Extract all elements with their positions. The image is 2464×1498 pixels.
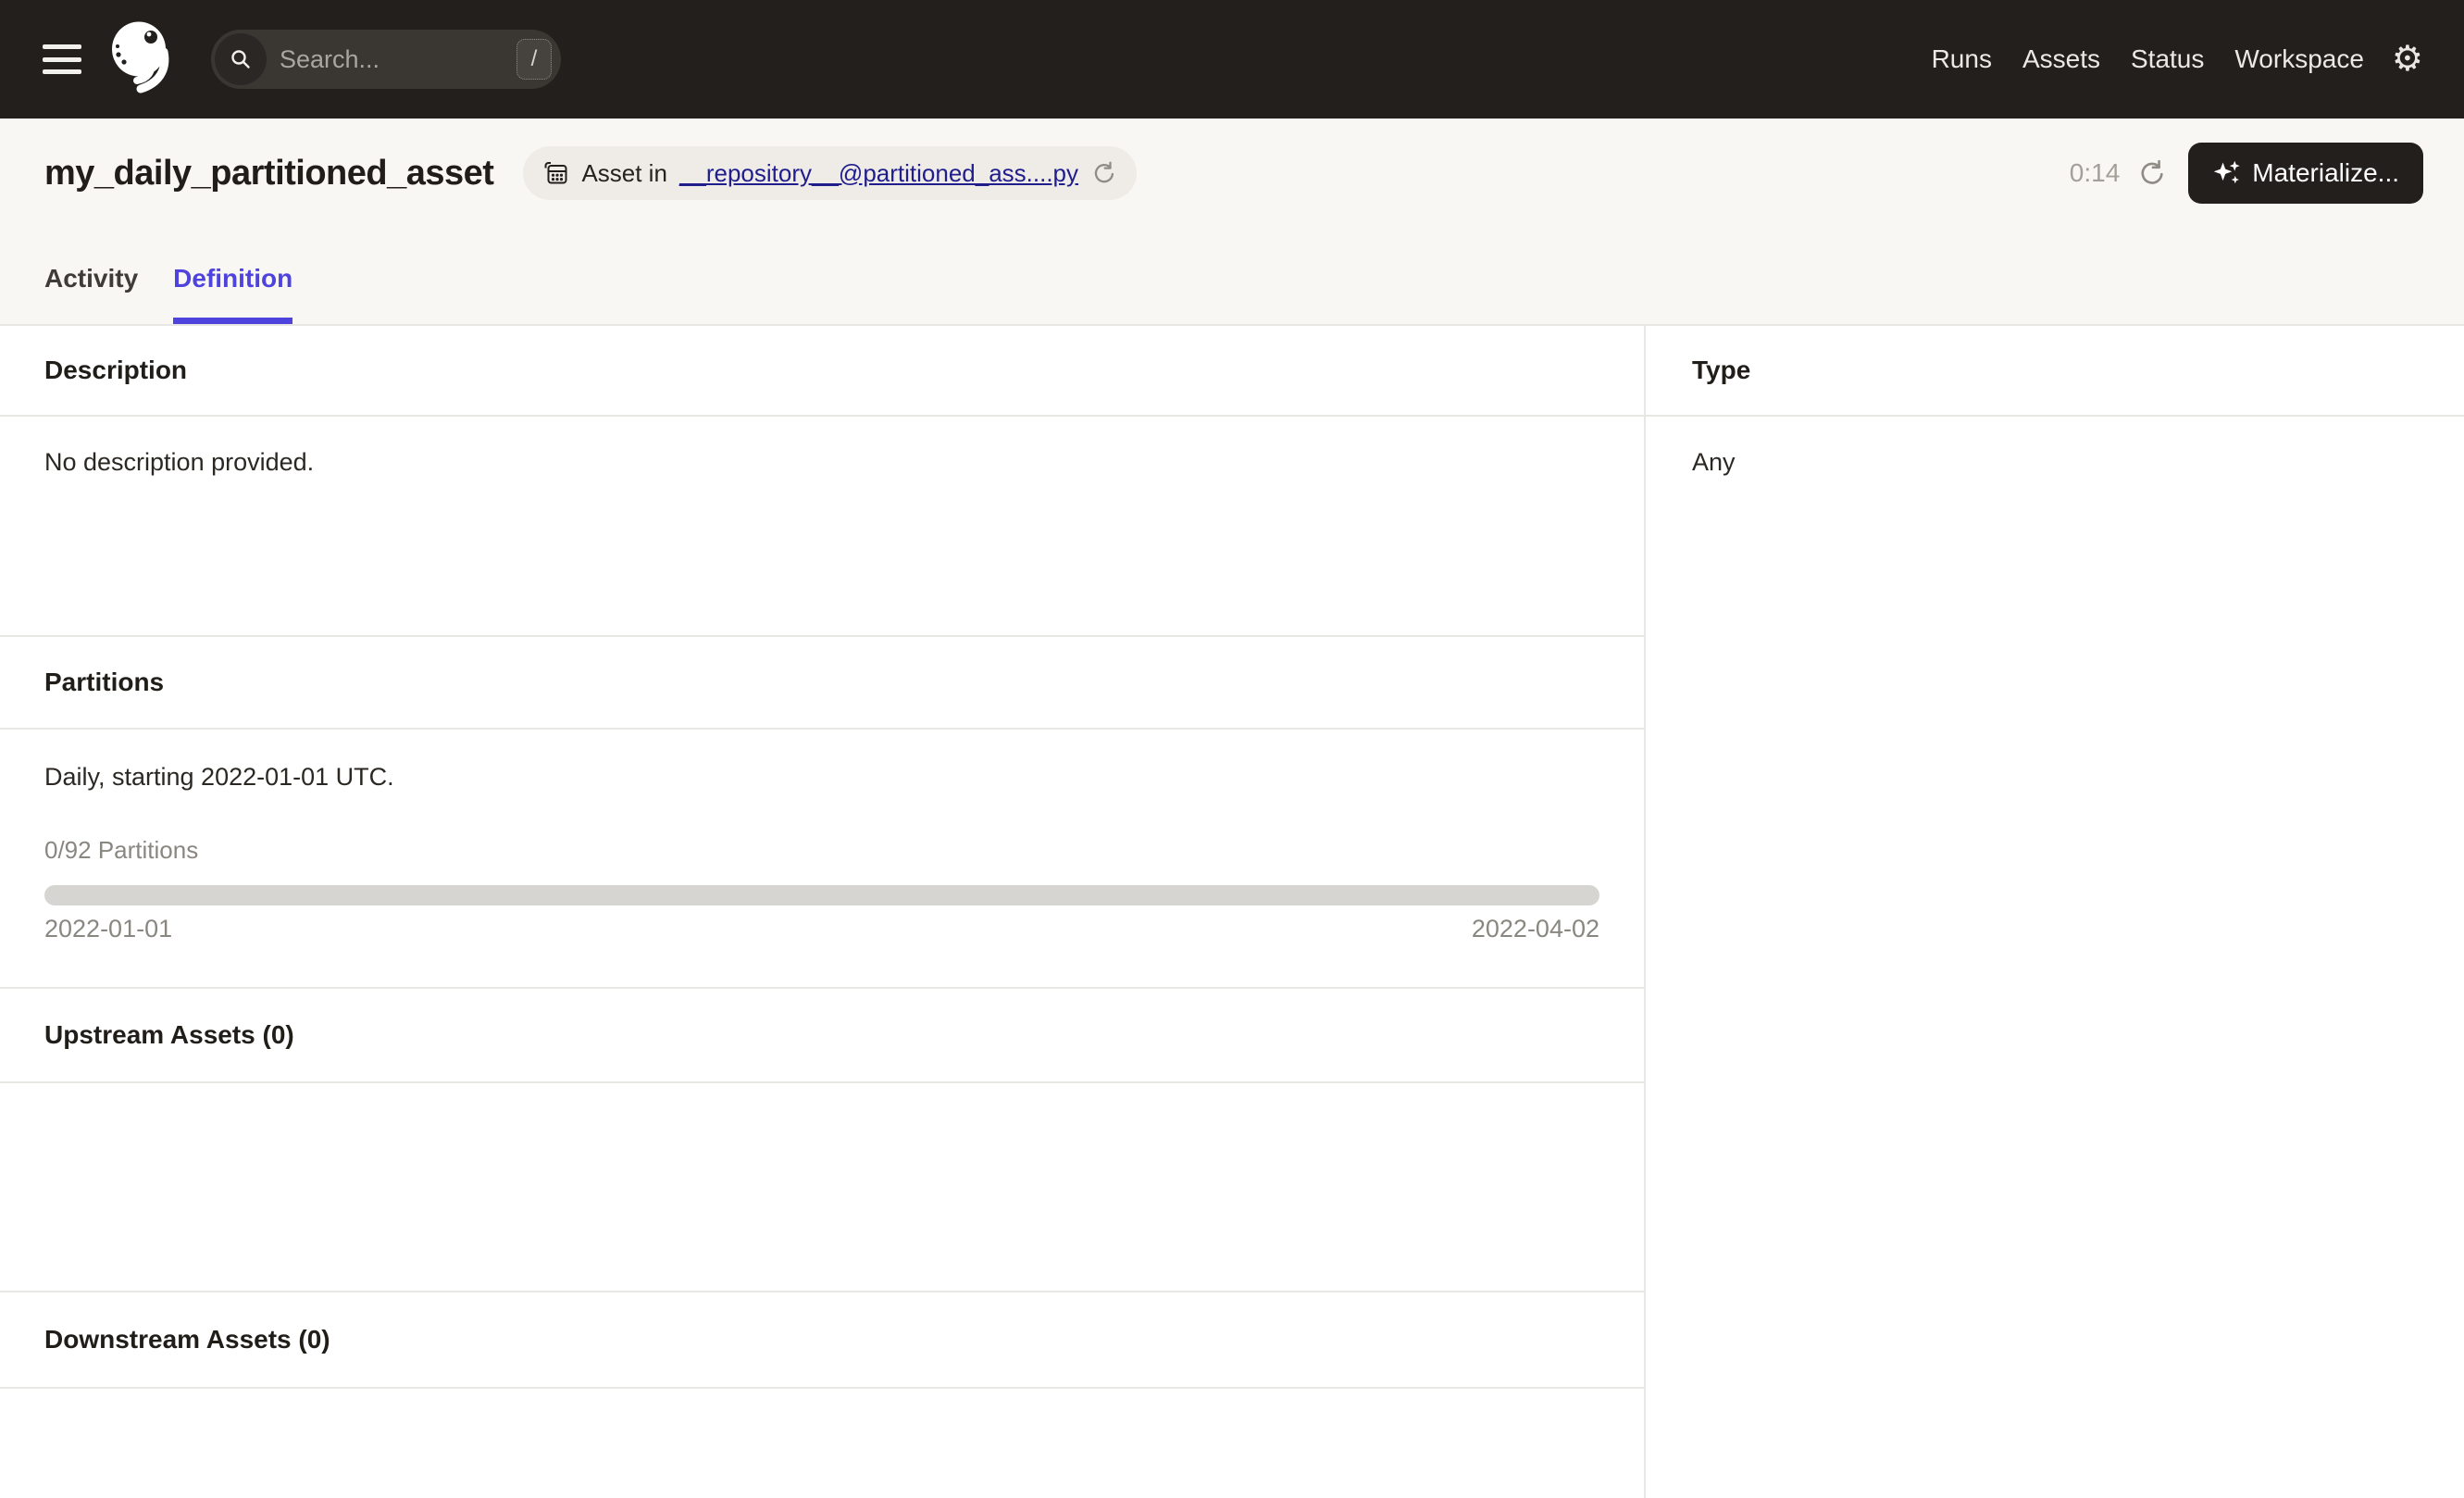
asset-tabs: Activity Definition [44, 264, 293, 324]
hamburger-icon [43, 69, 81, 74]
reload-icon [1094, 161, 1114, 183]
section-upstream-header: Upstream Assets (0) [0, 989, 1644, 1083]
upstream-content-empty [0, 1083, 1644, 1292]
sparkles-icon [2214, 160, 2240, 184]
right-column: Type Any [1644, 326, 2464, 1498]
partition-range-start: 2022-01-01 [44, 915, 173, 942]
nav-item-assets[interactable]: Assets [2022, 44, 2100, 74]
repository-link[interactable]: __repository__@partitioned_ass....py [679, 159, 1078, 188]
nav-item-status[interactable]: Status [2131, 44, 2204, 74]
tab-definition[interactable]: Definition [173, 264, 293, 324]
top-navigation-bar: / Runs Assets Status Workspace ⚙ [0, 0, 2464, 119]
search-input[interactable] [267, 44, 516, 74]
partition-range-end: 2022-04-02 [1471, 915, 1599, 942]
downstream-content-empty [0, 1389, 1644, 1498]
hamburger-icon [43, 56, 81, 62]
nav-item-workspace[interactable]: Workspace [2234, 44, 2364, 74]
topnav-links: Runs Assets Status Workspace [1932, 44, 2364, 74]
title-row: my_daily_partitioned_asset Asset in __re… [0, 119, 2464, 204]
nav-item-runs[interactable]: Runs [1932, 44, 1992, 74]
materialize-button[interactable]: Materialize... [2188, 143, 2423, 204]
asset-location-badge: Asset in __repository__@partitioned_ass.… [523, 146, 1138, 200]
section-description-header: Description [0, 326, 1644, 417]
badge-prefix-label: Asset in [581, 158, 667, 187]
partitions-summary: Daily, starting 2022-01-01 UTC. [44, 763, 394, 791]
partitions-content: Daily, starting 2022-01-01 UTC. 0/92 Par… [0, 730, 1644, 989]
refresh-countdown: 0:14 [2069, 158, 2121, 187]
page-title: my_daily_partitioned_asset [44, 153, 494, 193]
type-content: Any [1646, 417, 2464, 477]
description-empty-text: No description provided. [44, 448, 315, 476]
menu-button[interactable] [43, 44, 81, 74]
slash-shortcut-key-badge: / [516, 39, 552, 80]
partitions-progress-label: 0/92 Partitions [44, 836, 199, 864]
section-type-header: Type [1646, 326, 2464, 417]
refresh-button[interactable] [2136, 158, 2166, 188]
partition-range-row: 2022-01-01 2022-04-02 [44, 915, 1599, 943]
search-icon [231, 50, 250, 69]
partitions-progress-bar [44, 885, 1599, 905]
type-value: Any [1692, 448, 1736, 476]
page-header: my_daily_partitioned_asset Asset in __re… [0, 119, 2464, 326]
dagster-logo-icon[interactable] [107, 20, 180, 98]
tab-activity[interactable]: Activity [44, 264, 138, 324]
search-box[interactable]: / [211, 30, 561, 89]
description-content: No description provided. [0, 417, 1644, 637]
left-column: Description No description provided. Par… [0, 326, 1644, 1498]
repo-grid-icon [544, 162, 567, 184]
section-downstream-header: Downstream Assets (0) [0, 1292, 1644, 1389]
refresh-icon [2141, 159, 2163, 184]
section-partitions-header: Partitions [0, 637, 1644, 730]
materialize-label: Materialize... [2252, 158, 2399, 187]
definition-content: Description No description provided. Par… [0, 326, 2464, 1498]
settings-button[interactable]: ⚙ [2392, 42, 2423, 77]
hamburger-icon [43, 44, 81, 49]
gear-icon: ⚙ [2391, 40, 2423, 79]
reload-location-button[interactable] [1090, 160, 1116, 186]
search-icon-circle [215, 33, 267, 85]
